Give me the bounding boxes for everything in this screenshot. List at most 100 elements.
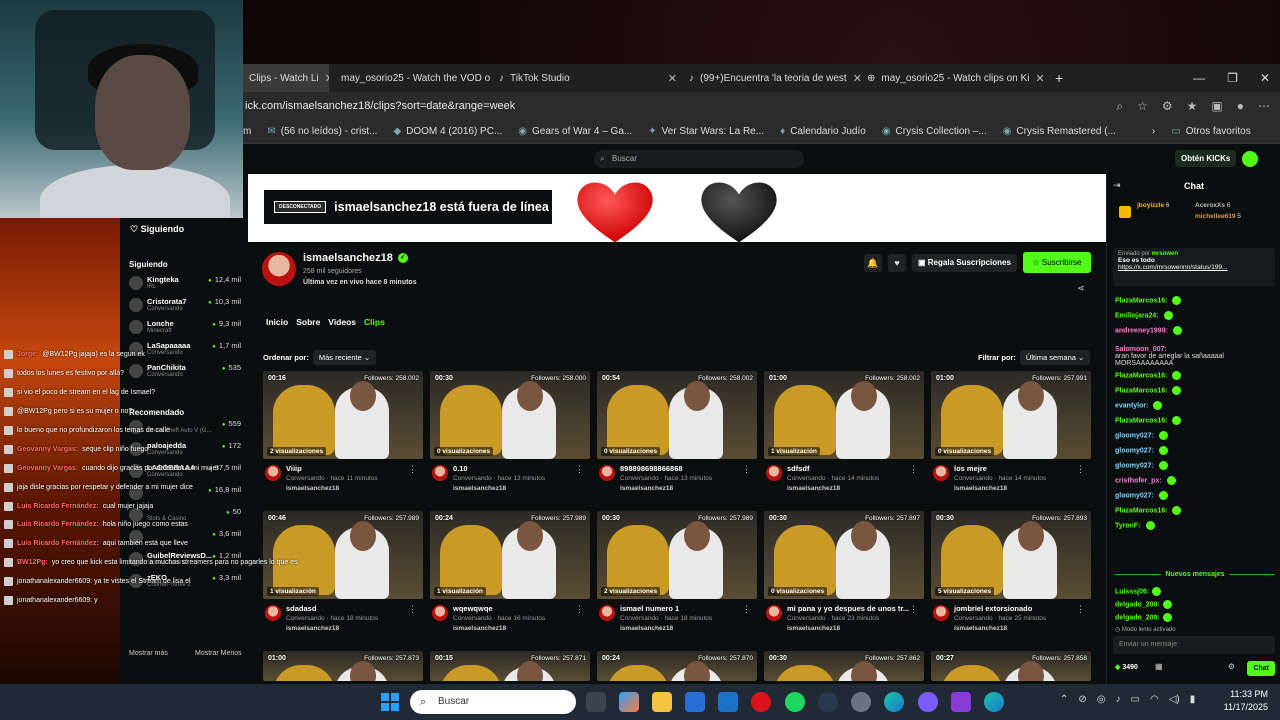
chat-message[interactable]: gloomy027: [1115,461,1168,470]
pinned-link[interactable]: https://x.com/mrsowennn/status/199... [1118,264,1270,271]
send-chat-button[interactable]: Chat [1247,661,1275,676]
chat-username[interactable]: cristhofer_px: [1115,477,1162,484]
settings-icon[interactable] [851,692,871,712]
chat-username[interactable]: gloomy027: [1115,447,1154,454]
edge-icon[interactable] [884,692,904,712]
close-icon[interactable]: ✕ [1035,72,1044,85]
tab-tiktok[interactable]: ♪ TikTok Studio ✕ [493,64,683,92]
display-icon[interactable]: ▭ [1131,694,1140,705]
outlook-icon[interactable] [718,692,738,712]
star-icon[interactable]: ☆ [1137,99,1148,114]
chat-message[interactable]: delgado_200: [1115,613,1172,622]
bookmark-item[interactable]: ✉ (56 no leídos) - crist... [267,126,377,137]
clip-card[interactable]: 01:00 Followers: 257.991 0 visualizaciones… [931,371,1091,506]
avatar[interactable] [599,465,615,481]
clip-owner[interactable]: ismaelsanchez18 [453,485,506,492]
chat-message[interactable]: Emiliojara24: [1115,311,1173,320]
clip-owner[interactable]: ismaelsanchez18 [453,625,506,632]
store-icon[interactable] [685,692,705,712]
chat-username[interactable]: Emiliojara24: [1115,312,1159,319]
avatar[interactable] [766,605,782,621]
clip-thumbnail[interactable]: 00:24 Followers: 257.870 [597,651,757,681]
battery-icon[interactable]: ▮ [1190,694,1196,705]
avatar[interactable] [766,465,782,481]
clip-title[interactable]: 0.10 [453,464,468,473]
clip-thumbnail[interactable]: 00:30 Followers: 257.897 0 visualizaciones [764,511,924,599]
clip-thumbnail[interactable]: 00:30 Followers: 257.893 5 visualizaciones [931,511,1091,599]
clip-card[interactable]: 01:00 Followers: 257.873 [263,651,423,681]
points-balance[interactable]: ◆ 3490 [1115,663,1138,671]
clip-title[interactable]: ismael numero 1 [620,604,679,613]
chat-username[interactable]: PlazaMarcos16: [1115,507,1168,514]
sidebar-channel[interactable]: KingtekaIRL 12,4 mil [129,274,241,294]
tab-sobre[interactable]: Sobre [296,317,320,327]
close-window-icon[interactable]: ✕ [1260,71,1270,85]
zoom-icon[interactable]: ⌕ [1116,99,1123,114]
sidebar-channel[interactable]: Cristorata7Conversando 10,3 mil [129,296,241,316]
show-more-button[interactable]: Mostrar más [129,650,168,657]
more-options-icon[interactable]: ⋮ [408,604,417,615]
clock[interactable]: 11:33 PM 11/17/2025 [1224,688,1268,714]
chat-username[interactable]: TyronF: [1115,522,1141,529]
clip-title[interactable]: mi pana y yo despues de unos tr... [787,604,909,613]
chat-message[interactable]: evantylor: [1115,401,1163,410]
avatar[interactable] [265,605,281,621]
clip-title[interactable]: sdfsdf [787,464,810,473]
show-less-button[interactable]: Mostrar Menos [195,650,242,657]
clip-thumbnail[interactable]: 00:15 Followers: 257.871 [430,651,590,681]
avatar[interactable] [265,465,281,481]
gift-subs-button[interactable]: ▣ Regala Suscripciones [912,254,1017,272]
calendar-icon[interactable]: ▦ [1155,662,1163,671]
share-icon[interactable]: ⋖ [1077,283,1085,294]
chat-message[interactable]: PlazaMarcos16: [1115,386,1182,395]
chat-message[interactable]: PlazaMarcos16: [1115,506,1182,515]
clip-owner[interactable]: ismaelsanchez18 [787,625,840,632]
clip-thumbnail[interactable]: 00:30 Followers: 258.000 0 visualizaciones [430,371,590,459]
clip-card[interactable]: 01:00 Followers: 258.002 1 visualización sd… [764,371,924,506]
clip-title[interactable]: los mejre [954,464,987,473]
clip-thumbnail[interactable]: 01:00 Followers: 257.991 0 visualizaciones [931,371,1091,459]
clip-card[interactable]: 00:24 Followers: 257.989 1 visualización wq… [430,511,590,646]
bookmark-item[interactable]: ◉ Crysis Remastered (... [1003,126,1116,137]
tab-clips-may[interactable]: ⊕ may_osorio25 - Watch clips on Ki ✕ [861,64,1049,92]
bookmark-item[interactable]: ◉ Crysis Collection –... [882,126,987,137]
chat-username[interactable]: PlazaMarcos16: [1115,387,1168,394]
more-options-icon[interactable]: ⋮ [575,464,584,475]
gear-icon[interactable]: ⚙ [1228,662,1235,671]
order-select[interactable]: Más reciente ⌄ [312,350,377,365]
clip-title[interactable]: 898898698866868 [620,464,683,473]
clip-owner[interactable]: ismaelsanchez18 [620,625,673,632]
sidebar-channel[interactable]: PanChikitaConversando 535 [129,362,241,382]
record-icon[interactable]: ◎ [1097,694,1106,705]
chat-message[interactable]: PlazaMarcos16: [1115,296,1182,305]
more-options-icon[interactable]: ⋮ [1076,604,1085,615]
new-messages-divider[interactable]: Nuevos mensajes [1115,571,1275,578]
chat-username[interactable]: gloomy027: [1115,492,1154,499]
clip-card[interactable]: 00:24 Followers: 257.870 [597,651,757,681]
steam-icon[interactable] [818,692,838,712]
chat-message[interactable]: PlazaMarcos16: [1115,416,1182,425]
clip-card[interactable]: 00:30 Followers: 257.893 5 visualizaciones… [931,511,1091,646]
clip-owner[interactable]: ismaelsanchez18 [620,485,673,492]
other-favorites[interactable]: ▭ Otros favoritos [1171,126,1250,137]
clip-title[interactable]: Viiip [286,464,302,473]
minimize-icon[interactable]: — [1193,71,1205,85]
clip-owner[interactable]: ismaelsanchez18 [954,625,1007,632]
clip-thumbnail[interactable]: 00:54 Followers: 258.002 0 visualizaciones [597,371,757,459]
copilot-icon[interactable] [619,692,639,712]
chat-message[interactable]: gloomy027: [1115,491,1168,500]
avatar[interactable] [1242,151,1258,167]
clip-thumbnail[interactable]: 00:30 Followers: 257.989 2 visualizaciones [597,511,757,599]
clip-thumbnail[interactable]: 00:27 Followers: 257.858 [931,651,1091,681]
bookmarks-chevron-icon[interactable]: › [1152,126,1155,137]
bookmark-item[interactable]: ◆ DOOM 4 (2016) PC... [393,126,502,137]
volume-icon[interactable]: ◁) [1169,694,1180,705]
more-options-icon[interactable]: ⋮ [408,464,417,475]
close-icon[interactable]: ✕ [668,72,677,85]
spotify-icon[interactable] [785,692,805,712]
chat-username[interactable]: andreeney1999: [1115,327,1168,334]
chat-input[interactable]: Enviar un mensaje [1113,636,1275,654]
network-off-icon[interactable]: ⊘ [1078,694,1086,705]
clip-card[interactable]: 00:27 Followers: 257.858 [931,651,1091,681]
tab-inicio[interactable]: Inicio [266,317,288,327]
